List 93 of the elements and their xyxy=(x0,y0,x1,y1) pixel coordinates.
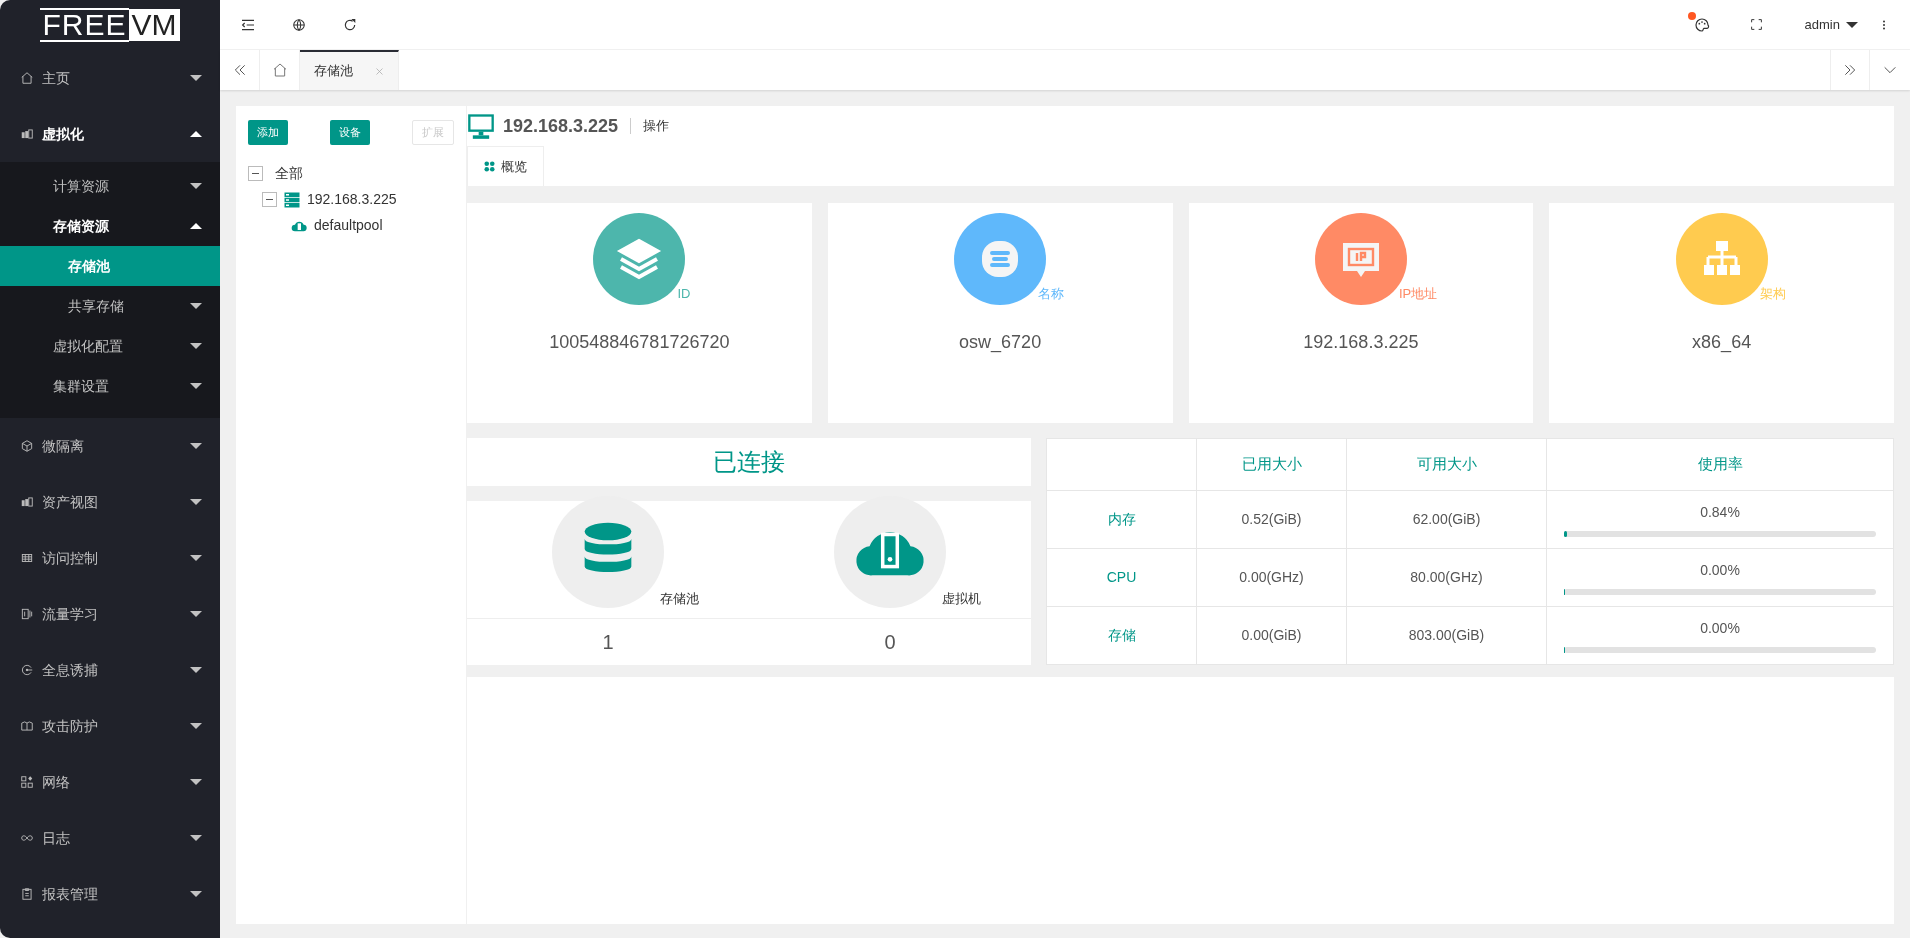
caret-icon xyxy=(190,891,202,897)
row-label: CPU xyxy=(1046,548,1197,607)
card-label: 名称 xyxy=(1038,284,1065,303)
menu-item[interactable]: 共享存储 xyxy=(0,286,220,326)
caret-icon xyxy=(190,779,202,785)
usage-rate: 0.84% xyxy=(1700,503,1740,522)
count-value: 0 xyxy=(884,630,896,655)
logo-text: VM xyxy=(128,9,180,41)
server-icon xyxy=(283,190,301,209)
caret-icon xyxy=(190,383,202,389)
double-right-icon[interactable] xyxy=(1842,62,1858,78)
menu-item[interactable]: 虚拟化 xyxy=(0,106,220,162)
menu-item[interactable]: 微隔离 xyxy=(0,418,220,474)
refresh-icon[interactable] xyxy=(342,16,358,33)
caret-icon xyxy=(190,499,202,505)
menu-item[interactable]: 日志 xyxy=(0,810,220,866)
caret-icon xyxy=(190,183,202,189)
menu-item[interactable]: 报表管理 xyxy=(0,866,220,922)
fullscreen-icon[interactable] xyxy=(1749,18,1763,31)
card-label: 架构 xyxy=(1759,284,1786,303)
palette-icon[interactable] xyxy=(1693,17,1710,34)
logo-text: FREE xyxy=(40,8,129,42)
server-rack-icon xyxy=(20,127,34,141)
usage-rate: 0.00% xyxy=(1700,619,1740,638)
user-menu[interactable]: admin xyxy=(1804,14,1858,35)
menu-item[interactable]: 攻击防护 xyxy=(0,698,220,754)
caret-icon xyxy=(190,723,202,729)
menu-item[interactable]: 流量学习 xyxy=(0,586,220,642)
card-label: ID xyxy=(677,284,691,303)
card-value: 100548846781726720 xyxy=(549,331,730,354)
home-icon[interactable] xyxy=(271,62,288,78)
card-value: x86_64 xyxy=(1692,331,1752,355)
row-label: 内存 xyxy=(1046,490,1197,549)
count-label: 虚拟机 xyxy=(942,589,981,608)
book-icon xyxy=(20,607,34,621)
menu-item[interactable]: 集群设置 xyxy=(0,366,220,406)
expand-toggle[interactable] xyxy=(262,192,277,207)
dots-icon xyxy=(484,161,495,172)
menu-item[interactable]: 网络 xyxy=(0,754,220,810)
tree-node-label[interactable]: 全部 xyxy=(275,163,303,184)
menu-item[interactable]: 虚拟化配置 xyxy=(0,326,220,366)
expand-toggle[interactable] xyxy=(248,166,263,181)
card-value: osw_6720 xyxy=(959,331,1042,355)
count-value: 1 xyxy=(602,630,614,655)
cube-icon xyxy=(20,439,34,453)
table-cell: 62.00(GiB) xyxy=(1346,490,1547,549)
panel-button[interactable]: 设备 xyxy=(330,120,370,145)
action-link[interactable]: 操作 xyxy=(643,116,670,136)
connection-status: 已连接 xyxy=(713,447,785,477)
caret-icon xyxy=(190,75,202,81)
server-rack-icon xyxy=(20,495,34,509)
tree-node-label[interactable]: defaultpool xyxy=(314,215,383,236)
page-tab[interactable]: 存储池 xyxy=(300,50,399,90)
caret-icon xyxy=(190,343,202,349)
host-title: 192.168.3.225 xyxy=(503,114,619,138)
usage-rate: 0.00% xyxy=(1700,561,1740,580)
table-cell: 80.00(GHz) xyxy=(1346,548,1547,607)
detail-tab[interactable]: 概览 xyxy=(467,146,544,186)
column-header: 已用大小 xyxy=(1196,438,1347,491)
tree-node-label[interactable]: 192.168.3.225 xyxy=(307,189,397,210)
home-icon xyxy=(20,71,34,85)
caret-icon xyxy=(190,223,202,229)
menu-item[interactable]: 访问控制 xyxy=(0,530,220,586)
caret-icon xyxy=(190,555,202,561)
menu-item[interactable]: 资产视图 xyxy=(0,474,220,530)
apps-icon xyxy=(20,775,34,789)
count-label: 存储池 xyxy=(660,589,699,608)
caret-icon xyxy=(1846,21,1858,28)
menu-item[interactable]: 计算资源 xyxy=(0,166,220,206)
grid-icon xyxy=(20,551,34,565)
card-value: 192.168.3.225 xyxy=(1303,331,1419,354)
table-cell: 0.00(GHz) xyxy=(1196,548,1347,607)
menu-item[interactable]: 存储池 xyxy=(0,246,220,286)
caret-icon xyxy=(190,667,202,673)
table-cell: 0.00(GiB) xyxy=(1196,606,1347,665)
row-label: 存储 xyxy=(1046,606,1197,665)
caret-icon xyxy=(190,303,202,309)
card-label: IP地址 xyxy=(1398,284,1438,303)
panel-button[interactable]: 添加 xyxy=(248,120,288,145)
book-open-icon xyxy=(20,719,34,733)
column-header: 可用大小 xyxy=(1346,438,1547,491)
table-cell: 803.00(GiB) xyxy=(1346,606,1547,665)
menu-item[interactable]: 存储资源 xyxy=(0,206,220,246)
caret-icon xyxy=(190,611,202,617)
clipboard-icon xyxy=(20,887,34,901)
menu-item[interactable]: 全息诱捕 xyxy=(0,642,220,698)
menu-item[interactable]: 主页 xyxy=(0,50,220,106)
column-header: 使用率 xyxy=(1546,438,1894,491)
caret-icon xyxy=(190,835,202,841)
globe-icon[interactable] xyxy=(292,17,306,32)
caret-icon xyxy=(190,131,202,137)
caret-icon xyxy=(190,443,202,449)
table-cell: 0.52(GiB) xyxy=(1196,490,1347,549)
